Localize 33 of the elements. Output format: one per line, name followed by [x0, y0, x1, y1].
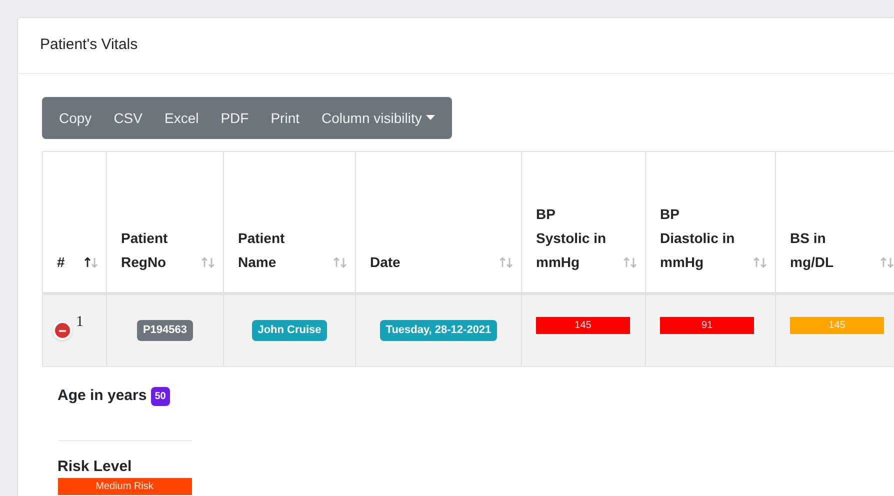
sort-icon	[499, 257, 513, 268]
value-bar: 145	[536, 317, 630, 334]
risk-level-bar: Medium Risk	[58, 478, 192, 495]
sort-icon	[84, 257, 98, 268]
column-header[interactable]: #	[42, 152, 106, 294]
badge: P194563	[136, 320, 194, 340]
column-header[interactable]: Patient RegNo	[106, 152, 224, 294]
export-button[interactable]: PDF	[210, 97, 260, 139]
sort-icon	[333, 257, 347, 268]
badge: Tuesday, 28-12-2021	[380, 320, 498, 340]
value-bar: 145	[790, 317, 884, 334]
export-button[interactable]: Excel	[153, 97, 210, 139]
age-badge: 50	[150, 386, 170, 406]
card-title: Patient's Vitals	[40, 35, 138, 56]
row-number: 1	[76, 313, 84, 332]
detail-label: Risk Level	[58, 456, 133, 476]
sort-icon	[623, 257, 637, 268]
value-bar: 91	[660, 317, 754, 334]
export-button[interactable]: Print	[260, 97, 311, 139]
export-button[interactable]: Copy	[48, 97, 103, 139]
sort-icon	[753, 257, 767, 268]
export-button[interactable]: CSV	[102, 97, 154, 139]
column-header[interactable]: BP Diastolic in mmHg	[646, 152, 776, 294]
column-header[interactable]: BP Systolic in mmHg	[522, 152, 646, 294]
column-header[interactable]: Patient Name	[224, 152, 356, 294]
column-header[interactable]: Date	[356, 152, 522, 294]
caret-icon	[426, 115, 435, 121]
column-visibility-dropdown[interactable]: Column visibility	[310, 97, 446, 139]
badge: John Cruise	[252, 320, 328, 340]
sort-icon	[880, 257, 894, 268]
collapse-button[interactable]	[53, 321, 72, 340]
detail-label: Age in years	[58, 386, 147, 406]
sort-icon	[201, 257, 215, 268]
